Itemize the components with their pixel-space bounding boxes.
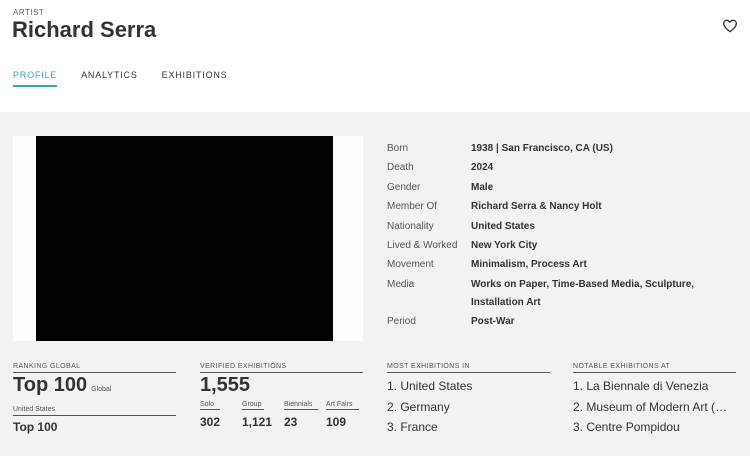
fact-label: Nationality: [387, 220, 434, 232]
tab-exhibitions[interactable]: EXHIBITIONS: [162, 70, 228, 87]
fact-value: Works on Paper, Time-Based Media, Sculpt…: [471, 278, 695, 308]
fact-label: Gender: [387, 181, 421, 193]
fact-row-nationality: Nationality United States: [387, 217, 747, 236]
fact-value: Minimalism, Process Art: [471, 259, 587, 271]
verified-total: 1,555: [200, 374, 251, 396]
ranking-global-value: Top 100 Global: [13, 373, 176, 402]
verified-group-label: Group: [242, 401, 264, 410]
ranking-global-block: RANKING GLOBAL Top 100 Global United Stat…: [13, 363, 176, 434]
fact-label: Period: [387, 315, 416, 327]
ranking-sub-head: United States: [13, 406, 176, 416]
list-item[interactable]: 1. La Biennale di Venezia: [573, 376, 736, 397]
fact-label: Born: [387, 143, 409, 154]
fact-label: Lived & Worked: [387, 240, 458, 252]
most-exhibitions-list: 1. United States 2. Germany 3. France: [387, 376, 550, 438]
fact-row-death: Death 2024: [387, 158, 747, 177]
notable-exhibitions-block: NOTABLE EXHIBITIONS AT 1. La Biennale di…: [573, 363, 736, 438]
ranking-tag: Global: [91, 386, 112, 393]
verified-biennials: Biennials 23: [284, 401, 326, 429]
list-item[interactable]: 2. Museum of Modern Art (MoMA): [573, 397, 736, 418]
fact-value: New York City: [471, 240, 538, 252]
ranking-head: RANKING GLOBAL: [13, 363, 176, 373]
notable-exhibitions-head: NOTABLE EXHIBITIONS AT: [573, 363, 736, 373]
fact-label: Member Of: [387, 201, 438, 213]
fact-row-born: Born 1938 | San Francisco, CA (US): [387, 139, 747, 158]
tab-analytics[interactable]: ANALYTICS: [81, 70, 138, 87]
verified-art-fairs: Art Fairs 109: [326, 401, 363, 429]
artwork-black-field: [36, 136, 333, 341]
fact-value: 2024: [471, 162, 494, 174]
notable-exhibitions-list: 1. La Biennale di Venezia 2. Museum of M…: [573, 376, 736, 438]
fact-value: Richard Serra & Nancy Holt: [471, 201, 602, 213]
list-item[interactable]: 1. United States: [387, 376, 550, 397]
artist-header: ARTIST Richard Serra PROFILE ANALYTICS E…: [0, 0, 750, 112]
fact-value: Post-War: [471, 315, 515, 327]
fact-label: Movement: [387, 259, 434, 271]
most-exhibitions-head: MOST EXHIBITIONS IN: [387, 363, 550, 373]
ranking-sub-value: Top 100: [13, 420, 58, 434]
verified-biennials-label: Biennials: [284, 401, 318, 410]
artwork-image[interactable]: [13, 136, 363, 341]
fact-row-period: Period Post-War: [387, 312, 747, 331]
verified-head: VERIFIED EXHIBITIONS: [200, 363, 363, 373]
artist-facts: Born 1938 | San Francisco, CA (US) Death…: [387, 139, 747, 331]
fact-row-media: Media Works on Paper, Time-Based Media, …: [387, 275, 747, 312]
verified-solo-label: Solo: [200, 401, 220, 410]
fact-row-lived-worked: Lived & Worked New York City: [387, 236, 747, 255]
tab-profile[interactable]: PROFILE: [13, 70, 58, 87]
fact-row-member-of: Member Of Richard Serra & Nancy Holt: [387, 197, 747, 216]
list-item[interactable]: 3. Centre Pompidou: [573, 417, 736, 438]
heart-outline-icon[interactable]: [722, 18, 738, 34]
verified-biennials-value: 23: [284, 415, 298, 429]
profile-tabs: PROFILE ANALYTICS EXHIBITIONS: [13, 70, 227, 87]
fact-label: Death: [387, 162, 414, 174]
list-item[interactable]: 2. Germany: [387, 397, 550, 418]
verified-exhibitions-block: VERIFIED EXHIBITIONS 1,555 Solo 302 Grou…: [200, 363, 363, 429]
artist-name: Richard Serra: [12, 17, 157, 42]
verified-group: Group 1,121: [242, 401, 284, 429]
fact-value: United States: [471, 220, 535, 232]
ranking-value: Top 100: [13, 374, 88, 396]
fact-value: 1938 | San Francisco, CA (US): [471, 143, 613, 154]
artist-eyebrow: ARTIST: [13, 8, 45, 17]
verified-solo-value: 302: [200, 415, 221, 429]
verified-group-value: 1,121: [242, 415, 273, 429]
fact-row-gender: Gender Male: [387, 178, 747, 197]
verified-art-fairs-label: Art Fairs: [326, 401, 359, 410]
fact-row-movement: Movement Minimalism, Process Art: [387, 255, 747, 274]
fact-label: Media: [387, 278, 415, 290]
verified-solo: Solo 302: [200, 401, 242, 429]
verified-breakdown: Solo 302 Group 1,121 Biennials 23 Art Fa…: [200, 401, 363, 429]
list-item[interactable]: 3. France: [387, 417, 550, 438]
fact-value: Male: [471, 181, 494, 193]
verified-art-fairs-value: 109: [326, 415, 347, 429]
most-exhibitions-block: MOST EXHIBITIONS IN 1. United States 2. …: [387, 363, 550, 438]
